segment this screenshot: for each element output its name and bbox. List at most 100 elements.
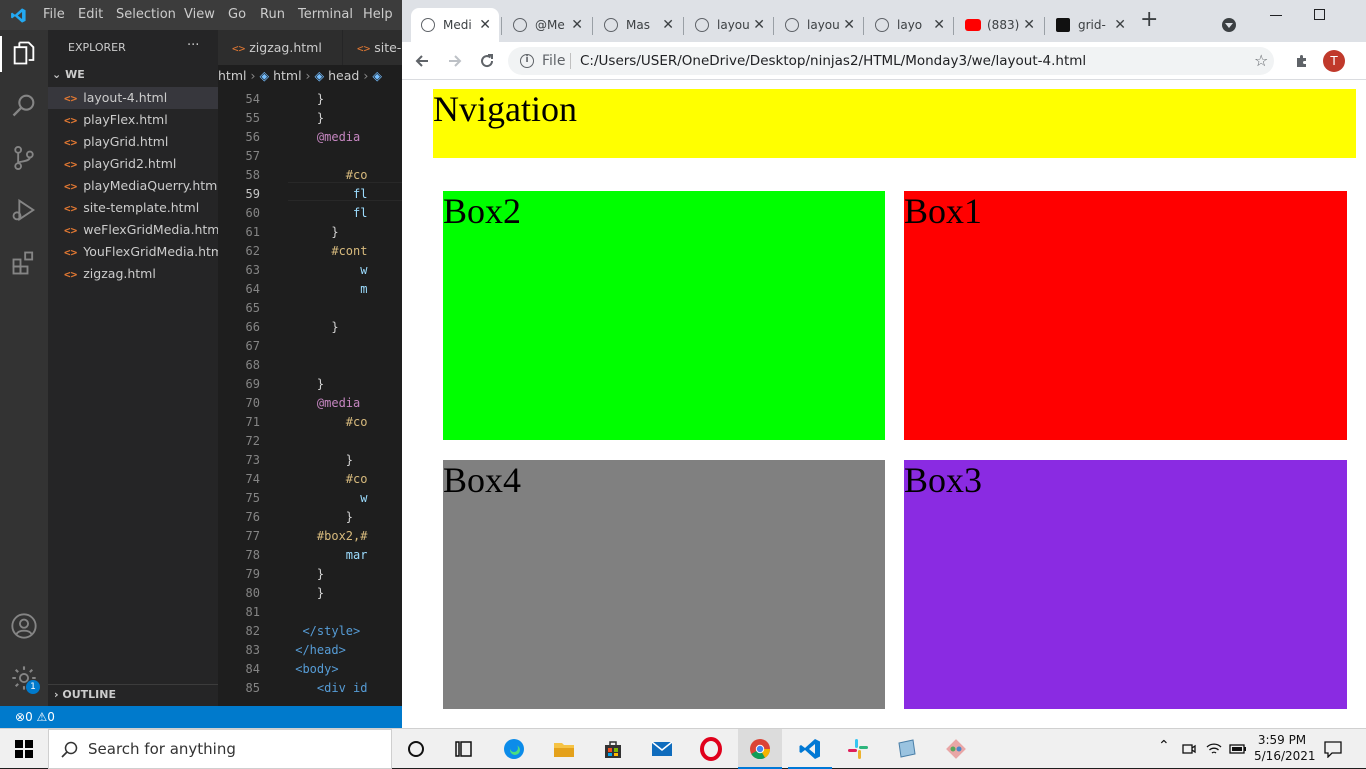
new-tab-button[interactable]: +	[1140, 8, 1158, 32]
opera-icon[interactable]	[698, 737, 724, 761]
reload-icon[interactable]	[479, 53, 495, 69]
windows-start-icon[interactable]	[15, 740, 33, 758]
line-number: 82	[245, 624, 260, 638]
browser-tab[interactable]: Medi ✕	[411, 8, 499, 42]
file-item[interactable]: <> playMediaQuerry.html	[48, 175, 218, 197]
close-tab-icon[interactable]: ✕	[753, 8, 765, 42]
line-number: 79	[245, 567, 260, 581]
file-item[interactable]: <> site-template.html	[48, 197, 218, 219]
close-tab-icon[interactable]: ✕	[1023, 8, 1035, 42]
breadcrumb-item[interactable]: html	[218, 68, 246, 83]
taskbar-search[interactable]: Search for anything	[48, 729, 392, 769]
element-icon: ◈	[259, 68, 270, 83]
breadcrumb-item[interactable]: html	[273, 68, 301, 83]
line-number: 73	[245, 453, 260, 467]
task-view-icon[interactable]	[452, 737, 478, 761]
menu-file[interactable]: File	[43, 7, 65, 22]
maximize-icon[interactable]	[1314, 9, 1325, 20]
info-icon[interactable]: i	[520, 54, 534, 68]
run-debug-icon[interactable]	[10, 196, 38, 224]
breadcrumb: html › ◈ html › ◈ head › ◈	[218, 65, 402, 87]
code-text: fl	[288, 187, 368, 201]
tab-search-icon[interactable]	[1222, 18, 1236, 32]
menu-view[interactable]: View	[184, 7, 215, 22]
problems-status[interactable]: ⊗0 ⚠0	[15, 706, 55, 728]
menu-run[interactable]: Run	[260, 7, 285, 22]
mail-icon[interactable]	[649, 737, 675, 761]
tab-separator	[953, 17, 954, 35]
file-item[interactable]: <> zigzag.html	[48, 263, 218, 285]
file-explorer-icon[interactable]	[551, 737, 577, 761]
browser-tab[interactable]: layou ✕	[685, 8, 773, 42]
browser-tab[interactable]: (883) ✕	[955, 8, 1043, 42]
code-line: 57	[218, 147, 402, 166]
minimize-icon[interactable]	[1270, 15, 1282, 16]
explorer-more-button[interactable]: ···	[187, 38, 199, 53]
address-bar[interactable]: i File C:/Users/USER/OneDrive/Desktop/ni…	[508, 47, 1274, 75]
close-tab-icon[interactable]: ✕	[662, 8, 674, 42]
file-item[interactable]: <> layout-4.html	[48, 87, 218, 109]
vscode-taskbar-active[interactable]	[788, 729, 832, 769]
file-item[interactable]: <> playFlex.html	[48, 109, 218, 131]
extensions-puzzle-icon[interactable]	[1294, 53, 1310, 69]
chrome-taskbar-active[interactable]	[738, 729, 782, 769]
menu-edit[interactable]: Edit	[78, 7, 103, 22]
chevron-right-icon: ›	[363, 68, 373, 83]
edge-icon[interactable]	[501, 737, 527, 761]
box1-block: Box1	[904, 191, 1347, 440]
file-item[interactable]: <> playGrid2.html	[48, 153, 218, 175]
editor-tab-site[interactable]: <> site-	[343, 30, 402, 65]
forward-arrow-icon[interactable]	[447, 53, 463, 69]
close-tab-icon[interactable]: ✕	[843, 8, 855, 42]
git-app-icon[interactable]	[943, 737, 969, 761]
menu-go[interactable]: Go	[228, 7, 246, 22]
search-icon[interactable]	[10, 91, 38, 119]
notifications-icon[interactable]	[1324, 741, 1342, 758]
battery-icon[interactable]	[1229, 742, 1247, 756]
chevron-up-icon[interactable]: ⌃	[1158, 738, 1170, 754]
code-line: 55 }	[218, 109, 402, 128]
file-item[interactable]: <> YouFlexGridMedia.html	[48, 241, 218, 263]
cortana-icon[interactable]	[408, 741, 424, 757]
browser-tab[interactable]: Mas ✕	[594, 8, 682, 42]
url-divider	[570, 53, 571, 69]
browser-tab[interactable]: layou ✕	[775, 8, 863, 42]
close-tab-icon[interactable]: ✕	[479, 8, 491, 42]
meet-now-icon[interactable]	[1182, 742, 1196, 756]
browser-tab[interactable]: @Me ✕	[503, 8, 591, 42]
store-icon[interactable]	[600, 737, 626, 761]
folder-header[interactable]: ⌄ WE	[52, 68, 85, 81]
profile-avatar[interactable]: T	[1323, 50, 1345, 72]
browser-tab[interactable]: grid- ✕	[1046, 8, 1134, 42]
outline-header[interactable]: › OUTLINE	[54, 688, 116, 701]
line-number: 54	[245, 92, 260, 106]
file-item[interactable]: <> playGrid.html	[48, 131, 218, 153]
menu-help[interactable]: Help	[363, 7, 393, 22]
editor-tab-zigzag[interactable]: <> zigzag.html	[218, 30, 342, 65]
clock[interactable]: 3:59 PM 5/16/2021	[1254, 732, 1316, 764]
close-tab-icon[interactable]: ✕	[933, 8, 945, 42]
notes-app-icon[interactable]	[894, 737, 920, 761]
source-control-icon[interactable]	[10, 144, 38, 172]
bookmark-star-icon[interactable]: ☆	[1254, 47, 1268, 75]
file-item[interactable]: <> weFlexGridMedia.html	[48, 219, 218, 241]
menu-terminal[interactable]: Terminal	[298, 7, 353, 22]
explorer-icon[interactable]	[10, 39, 38, 67]
close-tab-icon[interactable]: ✕	[571, 8, 583, 42]
back-arrow-icon[interactable]	[414, 53, 430, 69]
code-text: }	[288, 111, 325, 125]
line-number: 74	[245, 472, 260, 486]
close-tab-icon[interactable]: ✕	[1114, 8, 1126, 42]
menu-selection[interactable]: Selection	[116, 7, 176, 22]
accounts-icon[interactable]	[10, 612, 38, 640]
code-text: }	[288, 510, 354, 524]
browser-tab[interactable]: layo ✕	[865, 8, 953, 42]
extensions-icon[interactable]	[10, 249, 38, 277]
slack-icon[interactable]	[845, 737, 871, 761]
file-name: weFlexGridMedia.html	[83, 222, 218, 237]
wifi-icon[interactable]	[1206, 742, 1222, 756]
chevron-down-icon: ⌄	[52, 68, 62, 81]
file-name: site-template.html	[83, 200, 200, 215]
navigation-block: Nvigation	[433, 89, 1356, 158]
breadcrumb-item[interactable]: head	[328, 68, 359, 83]
